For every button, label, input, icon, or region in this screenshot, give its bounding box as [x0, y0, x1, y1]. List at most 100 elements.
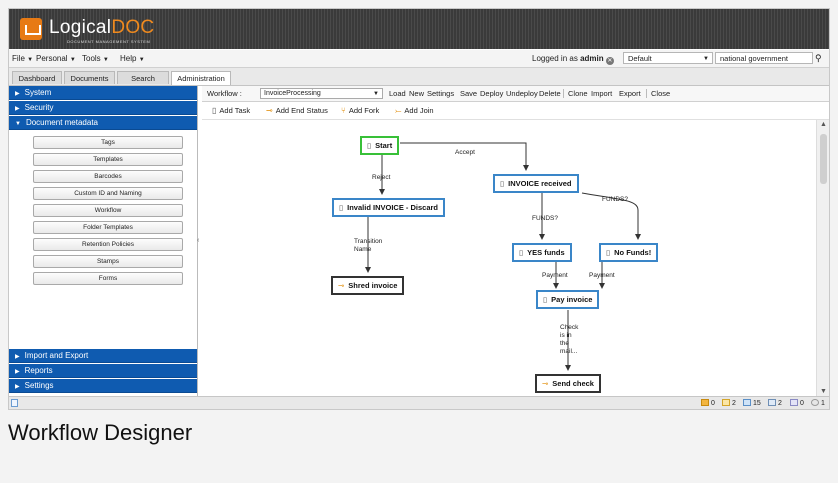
- menu-file-label: File: [12, 54, 25, 63]
- workspace-select[interactable]: Default ▼: [623, 52, 713, 64]
- toolbar-divider: [563, 89, 564, 98]
- node-label: INVOICE received: [508, 179, 572, 188]
- workflow-canvas[interactable]: ▯ Start ▯ INVOICE received ▯ Invalid INVOIC…: [202, 120, 816, 396]
- status-counter-events[interactable]: 0: [790, 397, 804, 409]
- logged-in-status: Logged in as admin ✕: [532, 54, 614, 65]
- status-counter-mail[interactable]: 2: [768, 397, 782, 409]
- add-join-label: Add Join: [404, 106, 434, 115]
- undeploy-button[interactable]: Undeploy: [506, 86, 538, 101]
- search-input[interactable]: national government: [715, 52, 813, 64]
- status-counter-checked-out[interactable]: 2: [722, 397, 736, 409]
- menu-tools[interactable]: Tools ▼: [82, 54, 109, 63]
- sidebar-item-barcodes[interactable]: Barcodes: [33, 170, 183, 183]
- add-fork-button[interactable]: ⑂ Add Fork: [341, 102, 379, 119]
- export-button[interactable]: Export: [619, 86, 641, 101]
- new-button[interactable]: New: [409, 86, 424, 101]
- add-end-status-label: Add End Status: [275, 106, 328, 115]
- edge-label-reject: Reject: [372, 174, 391, 181]
- node-pay-invoice[interactable]: ▯ Pay invoice: [536, 290, 600, 309]
- task-icon: ▯: [519, 248, 524, 257]
- sidebar-section-security[interactable]: ▶ Security: [9, 101, 197, 115]
- edge-label-transition-name: Transition Name: [354, 238, 382, 254]
- edge-label-funds-left: FUNDS?: [532, 215, 559, 222]
- node-send-check[interactable]: ⊸ Send check: [535, 374, 601, 393]
- status-counter-tasks[interactable]: 1: [811, 397, 825, 409]
- sidebar-section-settings[interactable]: ▶ Settings: [9, 379, 197, 393]
- sidebar-item-workflow[interactable]: Workflow: [33, 204, 183, 217]
- logo-subtitle: DOCUMENT MANAGEMENT SYSTEM: [67, 39, 151, 44]
- counter-value: 15: [753, 400, 761, 407]
- sidebar-item-templates[interactable]: Templates: [33, 153, 183, 166]
- load-button[interactable]: Load: [389, 86, 406, 101]
- add-task-button[interactable]: ▯ Add Task: [212, 102, 250, 119]
- scrollbar-thumb[interactable]: [820, 134, 827, 184]
- task-icon: ▯: [367, 141, 372, 150]
- edit-icon: [722, 399, 730, 406]
- sidebar-item-tags[interactable]: Tags: [33, 136, 183, 149]
- chevron-down-icon: ▼: [27, 57, 34, 63]
- canvas-scrollbar[interactable]: ▲ ▼: [816, 120, 829, 396]
- deploy-button[interactable]: Deploy: [480, 86, 503, 101]
- tab-administration[interactable]: Administration: [171, 71, 231, 85]
- tab-search[interactable]: Search: [117, 71, 169, 84]
- search-icon[interactable]: ⚲: [815, 53, 822, 64]
- clipboard-icon[interactable]: [11, 399, 18, 407]
- node-invoice-received[interactable]: ▯ INVOICE received: [493, 174, 579, 193]
- logo-accent: DOC: [111, 17, 155, 38]
- calendar-icon: [790, 399, 798, 406]
- edge-label-payment-right: Payment: [589, 272, 615, 279]
- sidebar-section-reports[interactable]: ▶ Reports: [9, 364, 197, 378]
- task-icon: ▯: [606, 248, 611, 257]
- triangle-right-icon: ▶: [15, 106, 20, 112]
- save-button[interactable]: Save: [460, 86, 477, 101]
- main-tabs: Dashboard Documents Search Administratio…: [9, 68, 829, 86]
- status-counter-locked[interactable]: 0: [701, 397, 715, 409]
- sidebar-item-folder-templates[interactable]: Folder Templates: [33, 221, 183, 234]
- sidebar-section-document-metadata[interactable]: ▼ Document metadata: [9, 116, 197, 130]
- node-shred-invoice[interactable]: ⊸ Shred invoice: [331, 276, 405, 295]
- tab-documents[interactable]: Documents: [64, 71, 115, 84]
- scroll-down-icon[interactable]: ▼: [820, 388, 827, 395]
- toolbar-divider: [646, 89, 647, 98]
- tab-dashboard[interactable]: Dashboard: [12, 71, 62, 84]
- node-no-funds[interactable]: ▯ No Funds!: [599, 243, 659, 262]
- chevron-down-icon: ▼: [138, 57, 145, 63]
- node-start[interactable]: ▯ Start: [360, 136, 400, 155]
- lock-icon: [701, 399, 709, 406]
- menu-help[interactable]: Help ▼: [120, 54, 145, 63]
- add-join-button[interactable]: ⤚ Add Join: [395, 102, 434, 119]
- node-invalid-invoice[interactable]: ▯ Invalid INVOICE - Discard: [332, 198, 445, 217]
- sidebar-item-stamps[interactable]: Stamps: [33, 255, 183, 268]
- sidebar-section-system[interactable]: ▶ System: [9, 86, 197, 100]
- add-end-status-button[interactable]: ⊸ Add End Status: [266, 102, 328, 119]
- workflow-select[interactable]: InvoiceProcessing ▼: [260, 88, 383, 99]
- import-button[interactable]: Import: [591, 86, 612, 101]
- menu-personal[interactable]: Personal ▼: [36, 54, 76, 63]
- triangle-down-icon: ▼: [15, 121, 21, 127]
- user-settings-icon[interactable]: ✕: [605, 57, 614, 65]
- sidebar-section-label: Document metadata: [25, 118, 98, 127]
- sidebar-item-retention-policies[interactable]: Retention Policies: [33, 238, 183, 251]
- node-label: No Funds!: [614, 248, 652, 257]
- search-input-value: national government: [720, 54, 788, 63]
- edge-label-line: the: [560, 340, 570, 347]
- triangle-right-icon: ▶: [15, 91, 20, 97]
- clone-button[interactable]: Clone: [568, 86, 588, 101]
- scroll-up-icon[interactable]: ▲: [820, 121, 827, 128]
- counter-value: 0: [711, 400, 715, 407]
- status-counter-messages[interactable]: 15: [743, 397, 761, 409]
- settings-button[interactable]: Settings: [427, 86, 454, 101]
- edge-label-line: Name: [354, 246, 372, 253]
- node-label: Invalid INVOICE - Discard: [347, 203, 438, 212]
- chevron-down-icon: ▼: [703, 56, 709, 62]
- sidebar-item-custom-id[interactable]: Custom ID and Naming: [33, 187, 183, 200]
- message-icon: [743, 399, 751, 406]
- edge-label-accept: Accept: [455, 149, 475, 156]
- menu-file[interactable]: File ▼: [12, 54, 33, 63]
- sidebar-item-forms[interactable]: Forms: [33, 272, 183, 285]
- page-frame: LogicalDOC DOCUMENT MANAGEMENT SYSTEM Fi…: [0, 0, 838, 483]
- delete-button[interactable]: Delete: [539, 86, 561, 101]
- close-button[interactable]: Close: [651, 86, 670, 101]
- sidebar-section-import-export[interactable]: ▶ Import and Export: [9, 349, 197, 363]
- node-yes-funds[interactable]: ▯ YES funds: [512, 243, 572, 262]
